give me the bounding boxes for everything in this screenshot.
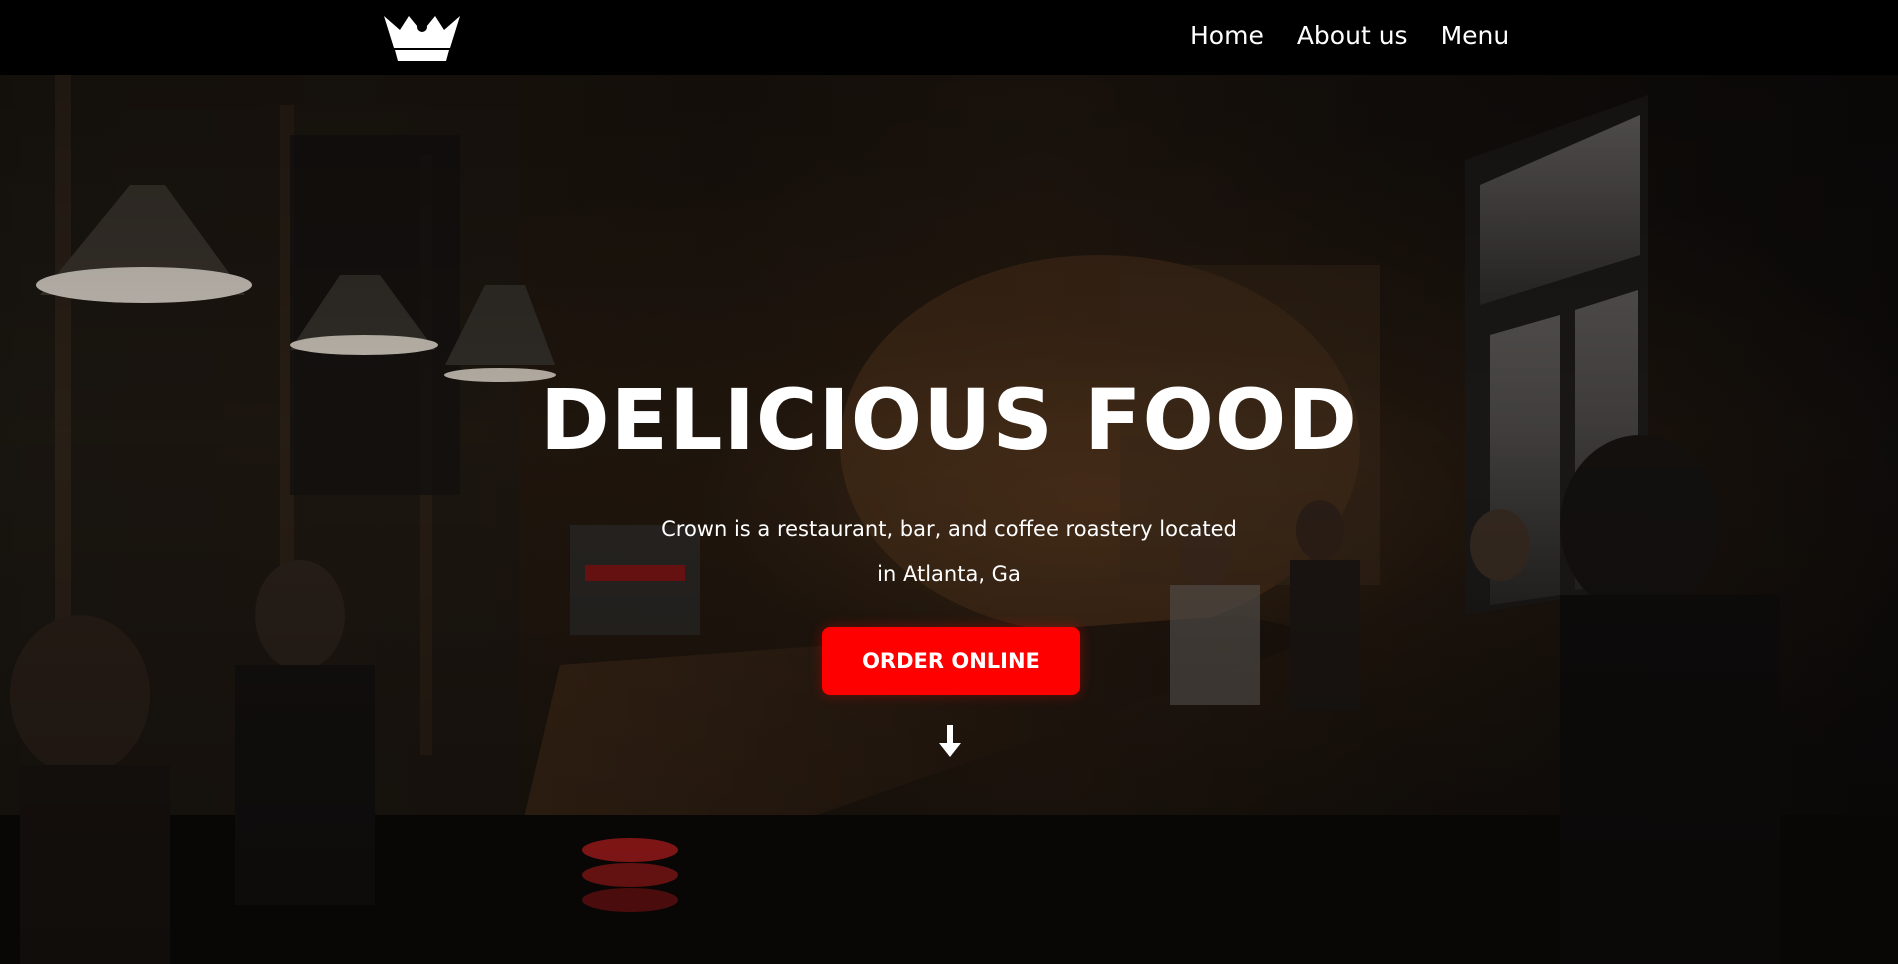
arrow-down-icon[interactable] xyxy=(933,723,967,759)
nav-links: Home About us Menu xyxy=(1190,18,1509,54)
hero-section: DELICIOUS FOOD Crown is a restaurant, ba… xyxy=(0,75,1898,964)
nav-home-link[interactable]: Home xyxy=(1190,18,1264,54)
hero-content: DELICIOUS FOOD Crown is a restaurant, ba… xyxy=(0,75,1898,964)
nav-menu-link[interactable]: Menu xyxy=(1441,18,1510,54)
crown-logo-icon[interactable] xyxy=(380,10,464,62)
top-navbar: Home About us Menu xyxy=(0,0,1898,75)
nav-about-link[interactable]: About us xyxy=(1297,18,1408,54)
order-online-button[interactable]: ORDER ONLINE xyxy=(822,627,1080,695)
hero-title: DELICIOUS FOOD xyxy=(539,371,1359,469)
hero-description: Crown is a restaurant, bar, and coffee r… xyxy=(661,517,1237,586)
